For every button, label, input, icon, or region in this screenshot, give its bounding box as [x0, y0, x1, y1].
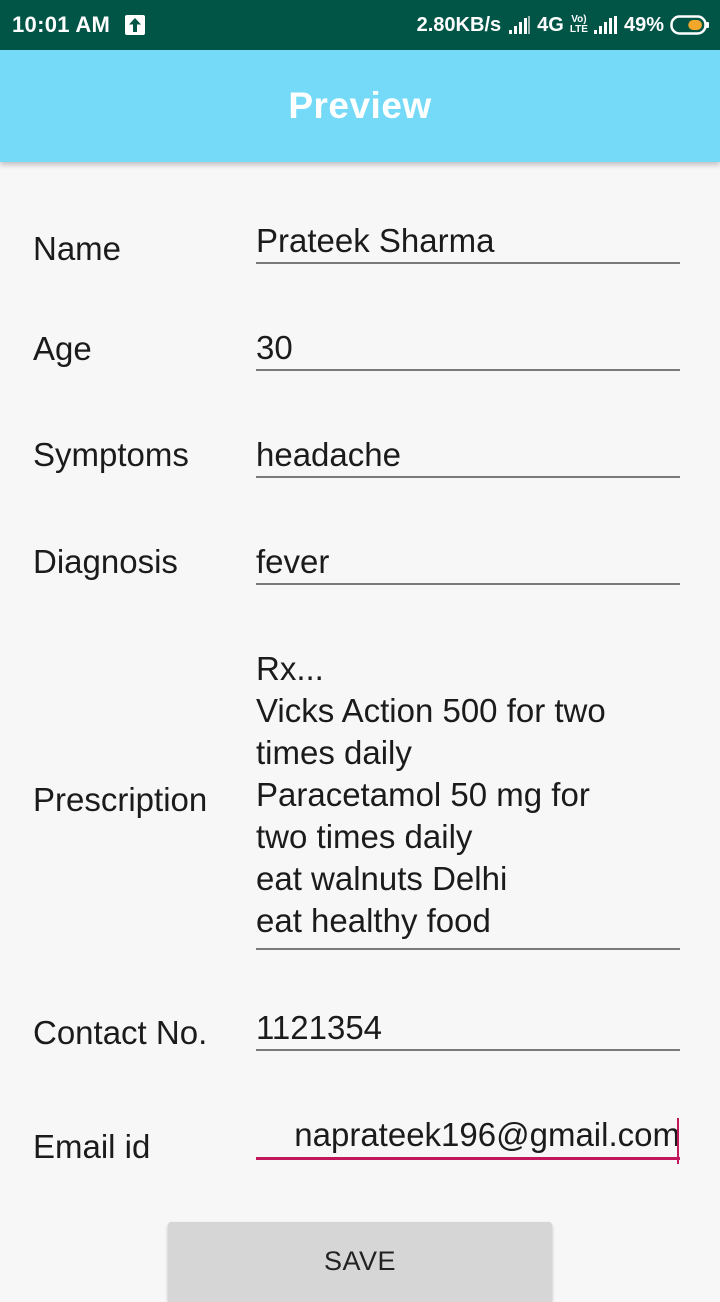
- contact-field[interactable]: 1121354: [256, 1007, 680, 1051]
- contact-label: Contact No.: [33, 1014, 208, 1051]
- symptoms-field[interactable]: headache: [256, 434, 680, 478]
- status-time: 10:01 AM: [12, 12, 111, 37]
- status-bar: 10:01 AM 2.80KB/s 4G Vo) LTE 49%: [0, 0, 720, 50]
- symptoms-label: Symptoms: [33, 436, 189, 473]
- volte-badge: Vo) LTE: [570, 15, 588, 35]
- email-field[interactable]: naprateek196@gmail.com: [256, 1114, 680, 1164]
- battery-icon: [670, 14, 710, 36]
- symptoms-value: headache: [256, 436, 401, 473]
- page-title: Preview: [288, 85, 432, 126]
- save-button[interactable]: SAVE: [168, 1222, 552, 1302]
- network-speed: 2.80KB/s: [416, 13, 502, 36]
- network-type: 4G: [537, 13, 564, 36]
- age-label: Age: [33, 330, 92, 367]
- signal-icon: [509, 16, 531, 34]
- email-value: naprateek196@gmail.com: [294, 1116, 680, 1153]
- save-button-label: SAVE: [323, 1246, 397, 1276]
- volte-bottom: LTE: [569, 24, 588, 35]
- diagnosis-value: fever: [256, 543, 330, 580]
- battery-percent: 49%: [623, 13, 664, 36]
- upload-icon: [124, 14, 146, 36]
- name-field[interactable]: Prateek Sharma: [256, 220, 680, 264]
- age-value: 30: [256, 329, 293, 366]
- status-right-group: 2.80KB/s 4G Vo) LTE 49%: [417, 0, 710, 50]
- prescription-label: Prescription: [33, 781, 208, 818]
- diagnosis-label: Diagnosis: [33, 543, 178, 580]
- text-cursor: [677, 1118, 679, 1164]
- age-field[interactable]: 30: [256, 327, 680, 371]
- email-label: Email id: [33, 1128, 151, 1165]
- name-value: Prateek Sharma: [256, 222, 495, 259]
- signal-icon: [593, 16, 618, 34]
- contact-value: 1121354: [256, 1009, 383, 1046]
- prescription-value: Rx... Vicks Action 500 for two times dai…: [256, 650, 606, 939]
- diagnosis-field[interactable]: fever: [256, 541, 680, 585]
- name-label: Name: [33, 230, 122, 267]
- prescription-field[interactable]: Rx... Vicks Action 500 for two times dai…: [256, 648, 680, 950]
- app-bar: Preview: [0, 50, 720, 162]
